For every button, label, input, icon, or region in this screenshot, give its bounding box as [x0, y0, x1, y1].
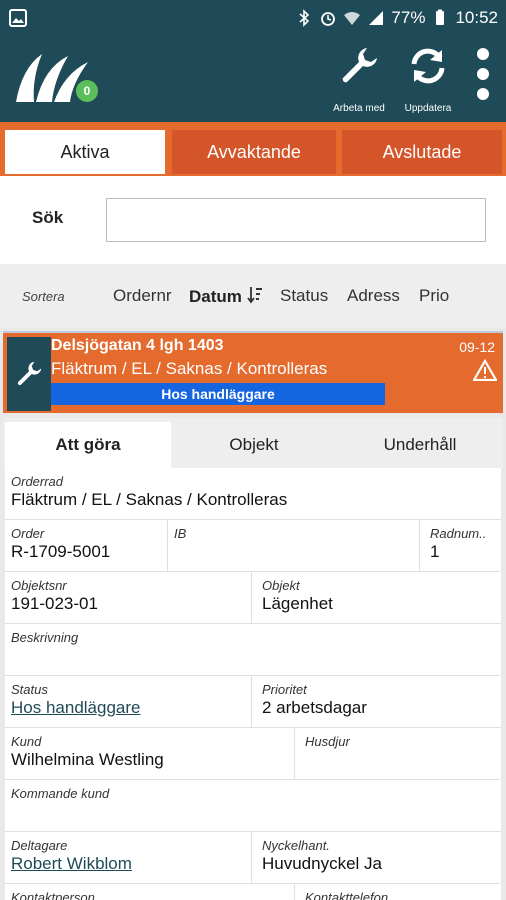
field-order: Order R-1709-5001	[5, 520, 168, 572]
field-status: Status Hos handläggare	[5, 676, 252, 728]
status-link[interactable]: Hos handläggare	[11, 698, 140, 718]
sort-status[interactable]: Status	[280, 286, 328, 306]
refresh-button[interactable]: Uppdatera	[393, 42, 463, 118]
field-label: Kontakttelefon	[305, 890, 389, 900]
alarm-icon	[321, 12, 336, 26]
order-tabs: Aktiva Avvaktande Avslutade	[0, 122, 506, 176]
sort-adress[interactable]: Adress	[347, 286, 400, 306]
system-status-bar: 77% 10:52	[0, 0, 506, 36]
order-card[interactable]: Delsjögatan 4 lgh 1403 Fläktrum / EL / S…	[3, 331, 503, 413]
field-label: Objekt	[262, 578, 300, 593]
search-area: Sök	[0, 176, 506, 264]
field-label: Status	[11, 682, 48, 697]
order-status-badge: Hos handläggare	[51, 383, 385, 405]
work-with-label: Arbeta med	[333, 103, 385, 114]
field-objektsnr: Objektsnr 191-023-01	[5, 572, 252, 624]
work-with-button[interactable]: Arbeta med	[324, 42, 394, 118]
more-options-icon[interactable]	[470, 44, 496, 104]
field-value: R-1709-5001	[11, 542, 111, 561]
sort-datum-label: Datum	[189, 287, 242, 306]
field-value: 2 arbetsdagar	[262, 698, 367, 717]
gallery-icon	[9, 9, 27, 27]
field-beskrivning: Beskrivning	[5, 624, 501, 676]
battery-icon	[436, 9, 445, 25]
search-label: Sök	[32, 208, 64, 227]
field-value: Lägenhet	[262, 594, 333, 613]
refresh-label: Uppdatera	[404, 103, 452, 114]
field-label: Order	[11, 526, 45, 541]
field-value: 191-023-01	[11, 594, 98, 613]
sort-datum[interactable]: Datum	[189, 286, 263, 307]
field-label: Kund	[11, 734, 42, 749]
field-label: Radnum..	[430, 526, 487, 541]
field-label: Kontaktperson	[11, 890, 95, 900]
field-husdjur: Husdjur	[295, 728, 501, 780]
signal-icon	[369, 11, 384, 25]
tab-aktiva[interactable]: Aktiva	[5, 130, 165, 174]
field-objekt: Objekt Lägenhet	[252, 572, 501, 624]
field-kontaktperson: Kontaktperson	[5, 884, 295, 900]
field-orderrad: Orderrad Fläktrum / EL / Saknas / Kontro…	[5, 468, 501, 520]
tab-underhall[interactable]: Underhåll	[337, 422, 503, 468]
sort-prio[interactable]: Prio	[419, 286, 449, 306]
deltagare-link[interactable]: Robert Wikblom	[11, 854, 132, 874]
field-label: Deltagare	[11, 838, 68, 853]
field-radnum: Radnum.. 1	[420, 520, 501, 572]
sort-ordernr[interactable]: Ordernr	[113, 286, 172, 306]
tab-att-gora[interactable]: Att göra	[5, 422, 171, 468]
battery-percent: 77%	[391, 8, 426, 27]
field-value: Fläktrum / EL / Saknas / Kontrolleras	[11, 490, 288, 509]
detail-tabs: Att göra Objekt Underhåll	[3, 418, 503, 468]
sort-bar: Sortera Ordernr Datum Status Adress Prio	[0, 264, 506, 328]
notification-badge: 0	[76, 80, 98, 102]
field-prioritet: Prioritet 2 arbetsdagar	[252, 676, 501, 728]
field-label: Prioritet	[262, 682, 307, 697]
field-kommande-kund: Kommande kund	[5, 780, 501, 832]
clock-time: 10:52	[455, 8, 498, 27]
order-description: Fläktrum / EL / Saknas / Kontrolleras	[51, 359, 328, 378]
field-label: Kommande kund	[11, 786, 110, 801]
field-value: Huvudnyckel Ja	[262, 854, 383, 873]
wifi-icon	[344, 12, 361, 25]
warning-icon	[473, 359, 497, 381]
order-address: Delsjögatan 4 lgh 1403	[51, 337, 224, 354]
field-deltagare: Deltagare Robert Wikblom	[5, 832, 252, 884]
field-label: Orderrad	[11, 474, 64, 489]
field-value: Wilhelmina Westling	[11, 750, 164, 769]
field-label: Husdjur	[305, 734, 350, 749]
order-type-icon-box	[7, 337, 51, 411]
order-detail-form: Orderrad Fläktrum / EL / Saknas / Kontro…	[5, 468, 501, 900]
app-bar: 0 Arbeta med Uppdatera	[0, 36, 506, 122]
sort-descending-icon	[246, 287, 262, 304]
field-ib: IB	[168, 520, 420, 572]
tab-avvaktande[interactable]: Avvaktande	[172, 130, 336, 174]
field-kund: Kund Wilhelmina Westling	[5, 728, 295, 780]
field-kontakttelefon: Kontakttelefon	[295, 884, 501, 900]
order-date: 09-12	[459, 339, 495, 355]
field-label: Nyckelhant.	[262, 838, 330, 853]
field-label: IB	[174, 526, 187, 541]
sort-label: Sortera	[22, 289, 65, 304]
field-nyckelhant: Nyckelhant. Huvudnyckel Ja	[252, 832, 501, 884]
field-label: Beskrivning	[11, 630, 79, 645]
wrench-icon	[342, 48, 377, 83]
refresh-icon	[411, 48, 445, 84]
bluetooth-icon	[299, 9, 310, 27]
wrench-icon	[17, 361, 42, 386]
field-label: Objektsnr	[11, 578, 67, 593]
field-value: 1	[430, 542, 440, 561]
tab-avslutade[interactable]: Avslutade	[342, 130, 502, 174]
tab-objekt[interactable]: Objekt	[171, 422, 337, 468]
search-input[interactable]	[106, 198, 486, 242]
